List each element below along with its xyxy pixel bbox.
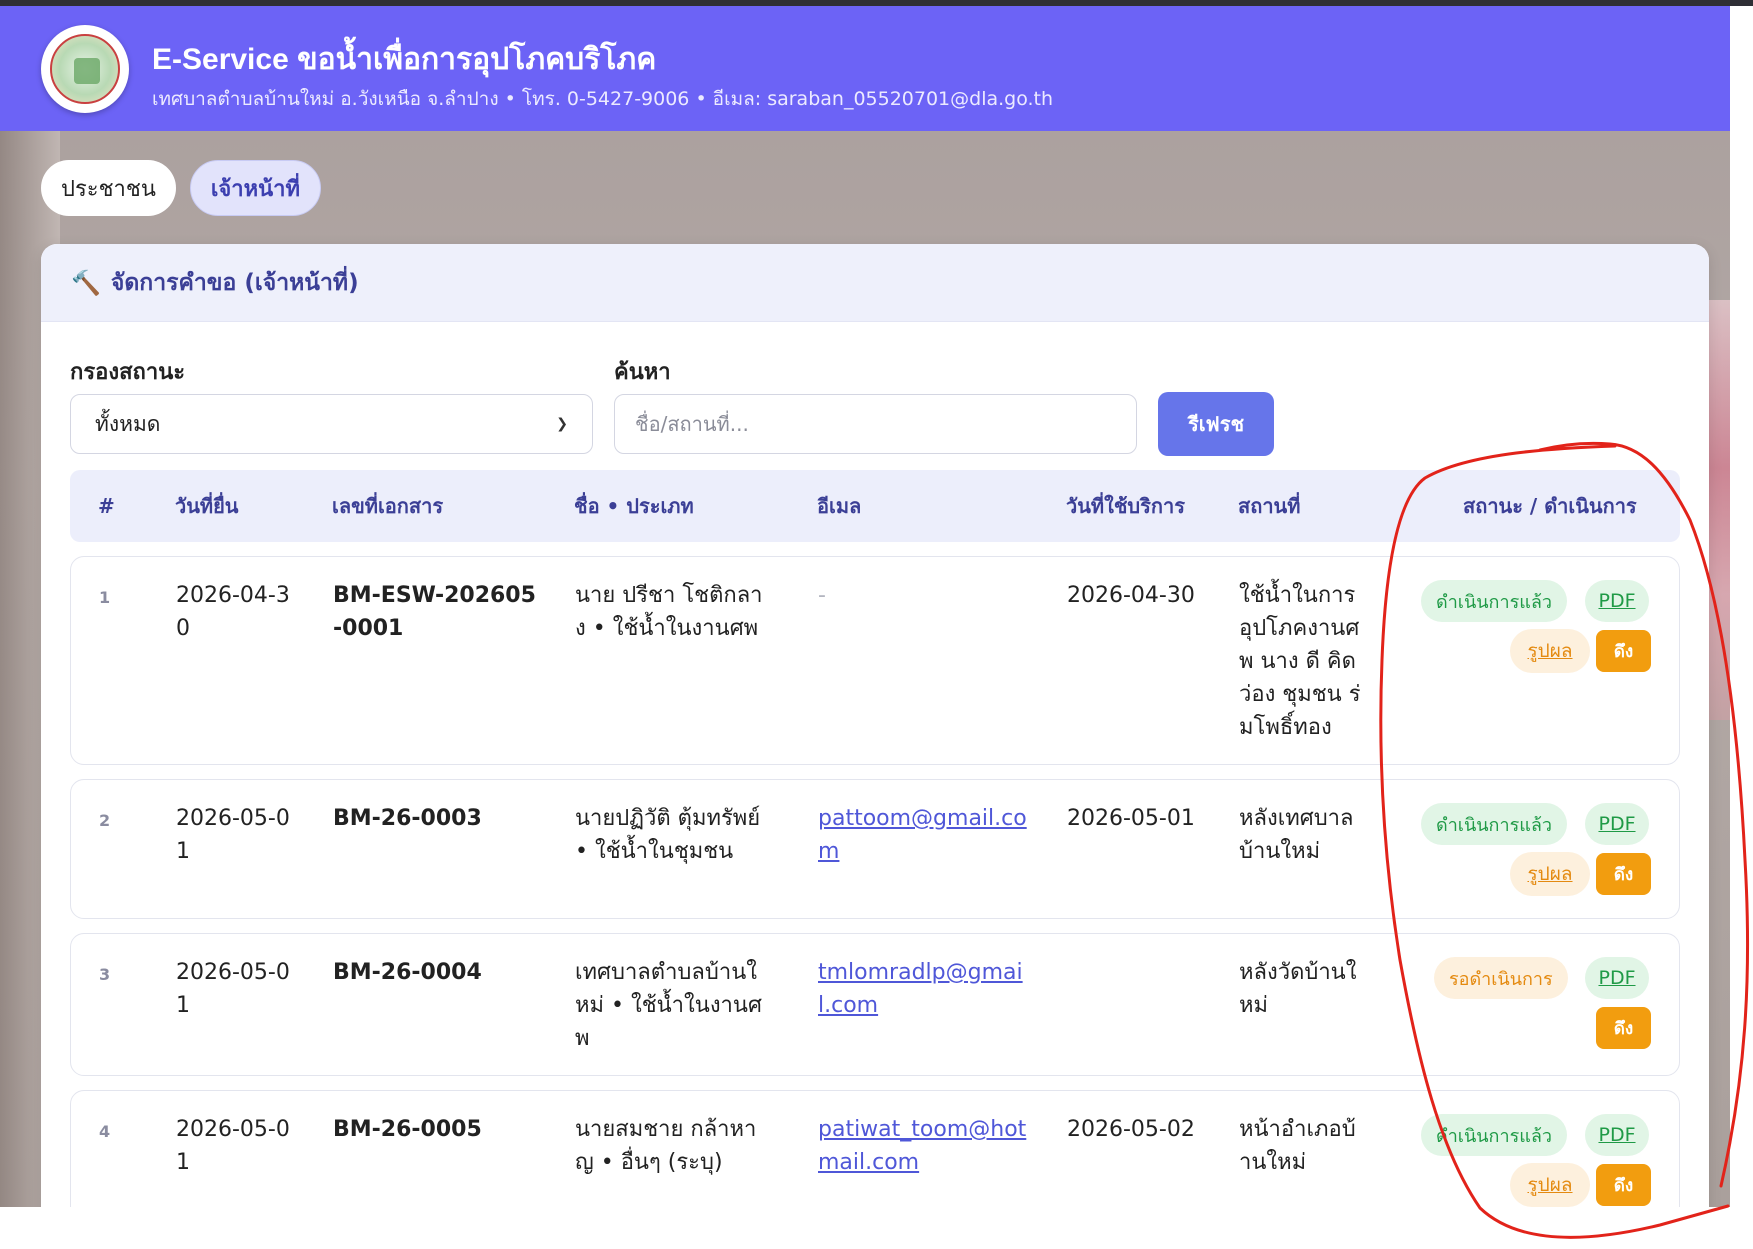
result-photo-link[interactable]: รูปผล [1510, 1163, 1590, 1207]
row-number: 2 [99, 811, 111, 830]
search-input[interactable] [614, 394, 1137, 454]
status-badge: ดำเนินการแล้ว [1421, 580, 1567, 622]
app-header: E-Service ขอน้ำเพื่อการอุปโภคบริโภค เทศบ… [0, 6, 1730, 131]
result-photo-link[interactable]: รูปผล [1510, 629, 1590, 673]
email-link[interactable]: patiwat_toom@hot mail.com [818, 1117, 1026, 1175]
doc-number: BM-ESW-202605 -0001 [333, 583, 536, 641]
pdf-link[interactable]: PDF [1585, 803, 1649, 845]
tab-staff[interactable]: เจ้าหน้าที่ [189, 160, 322, 216]
panel-title: จัดการคำขอ (เจ้าหน้าที่) [110, 269, 359, 296]
column-header-doc-number: เลขที่เอกสาร [332, 494, 444, 518]
email-empty: - [818, 583, 826, 608]
email-cell: patiwat_toom@hot mail.com [818, 1113, 1026, 1179]
status-filter-label: กรองสถานะ [70, 360, 186, 385]
pdf-link[interactable]: PDF [1585, 1114, 1649, 1156]
municipality-logo [41, 25, 129, 113]
tab-citizen[interactable]: ประชาชน [41, 160, 176, 216]
app-subtitle: เทศบาลตำบลบ้านใหม่ อ.วังเหนือ จ.ลำปาง • … [152, 88, 1054, 110]
search-label: ค้นหา [614, 360, 671, 385]
name-type: เทศบาลตำบลบ้านใ หม่ • ใช้น้ำในงานศพ [575, 960, 762, 1051]
doc-number: BM-26-0004 [333, 960, 482, 985]
pdf-link[interactable]: PDF [1585, 957, 1649, 999]
email-cell: pattoom@gmail.co m [818, 802, 1027, 868]
column-header-status-action: สถานะ / ดำเนินการ [1463, 494, 1637, 518]
place: หน้าอำเภอบ้ านใหม่ [1239, 1117, 1356, 1175]
doc-number: BM-26-0003 [333, 806, 482, 831]
column-header-number: # [98, 494, 115, 518]
pull-button[interactable]: ดึง [1596, 1007, 1651, 1049]
table-row: 1 2026-04-3 0 BM-ESW-202605 -0001 นาย ปรีช… [70, 556, 1680, 765]
pull-button[interactable]: ดึง [1596, 630, 1651, 672]
pull-button[interactable]: ดึง [1596, 853, 1651, 895]
column-header-submit-date: วันที่ยื่น [175, 494, 239, 518]
page-viewport: E-Service ขอน้ำเพื่อการอุปโภคบริโภค เทศบ… [0, 0, 1730, 1207]
status-badge: รอดำเนินการ [1434, 957, 1568, 999]
submit-date: 2026-05-0 1 [176, 1117, 290, 1175]
status-badge: ดำเนินการแล้ว [1421, 1114, 1567, 1156]
place: หลังเทศบาล บ้านใหม่ [1239, 806, 1354, 864]
status-filter-select[interactable]: ทั้งหมด ❯ [70, 394, 593, 454]
pull-button[interactable]: ดึง [1596, 1164, 1651, 1206]
seal-icon [50, 34, 120, 104]
table-row: 3 2026-05-0 1 BM-26-0004 เทศบาลตำบลบ้านให… [70, 933, 1680, 1076]
row-number: 3 [99, 965, 111, 984]
pdf-link[interactable]: PDF [1585, 580, 1649, 622]
window-top-border [0, 0, 1753, 6]
service-date: 2026-05-02 [1067, 1117, 1195, 1142]
email-cell: tmlomradlp@gmai l.com [818, 956, 1023, 1022]
status-badge: ดำเนินการแล้ว [1421, 803, 1567, 845]
email-link[interactable]: pattoom@gmail.co m [818, 806, 1027, 864]
place: ใช้น้ำในการ อุปโภคงานศพ นาง ดี คิด ว่อง ชุ… [1239, 583, 1361, 740]
result-photo-link[interactable]: รูปผล [1510, 852, 1590, 896]
table-row: 2 2026-05-0 1 BM-26-0003 นายปฏิวัติ ตุ้มท… [70, 779, 1680, 919]
chevron-down-icon: ❯ [556, 416, 568, 432]
row-number: 4 [99, 1122, 111, 1141]
column-header-name-type: ชื่อ • ประเภท [574, 494, 694, 518]
column-header-email: อีเมล [817, 494, 862, 518]
table-header: # วันที่ยื่น เลขที่เอกสาร ชื่อ • ประเภท … [70, 470, 1680, 542]
status-filter-value: ทั้งหมด [95, 411, 161, 436]
place: หลังวัดบ้านใ หม่ [1239, 960, 1357, 1018]
tools-icon: 🔨 [71, 268, 101, 297]
table-row: 4 2026-05-0 1 BM-26-0005 นายสมชาย กล้าหาญ… [70, 1090, 1680, 1207]
row-number: 1 [99, 588, 111, 607]
refresh-button[interactable]: รีเฟรช [1158, 392, 1274, 456]
filter-bar: กรองสถานะ ทั้งหมด ❯ ค้นหา รีเฟรช [70, 354, 1680, 464]
name-type: นายสมชาย กล้าหาญ • อื่นๆ (ระบุ) [575, 1117, 757, 1175]
column-header-place: สถานที่ [1238, 494, 1301, 518]
app-title: E-Service ขอน้ำเพื่อการอุปโภคบริโภค [152, 43, 657, 76]
submit-date: 2026-04-3 0 [176, 583, 290, 641]
name-type: นาย ปรีชา โชติกลาง • ใช้น้ำในงานศพ [575, 583, 763, 641]
panel-header: 🔨 จัดการคำขอ (เจ้าหน้าที่) [41, 244, 1709, 322]
email-link[interactable]: tmlomradlp@gmai l.com [818, 960, 1023, 1018]
submit-date: 2026-05-0 1 [176, 806, 290, 864]
role-tabs: ประชาชน เจ้าหน้าที่ [41, 160, 322, 216]
service-date: 2026-04-30 [1067, 583, 1195, 608]
submit-date: 2026-05-0 1 [176, 960, 290, 1018]
doc-number: BM-26-0005 [333, 1117, 482, 1142]
name-type: นายปฏิวัติ ตุ้มทรัพย์ • ใช้น้ำในชุมชน [575, 806, 761, 864]
service-date: 2026-05-01 [1067, 806, 1195, 831]
manage-requests-panel: 🔨 จัดการคำขอ (เจ้าหน้าที่) กรองสถานะ ทั้… [41, 244, 1709, 1207]
column-header-service-date: วันที่ใช้บริการ [1066, 494, 1185, 518]
